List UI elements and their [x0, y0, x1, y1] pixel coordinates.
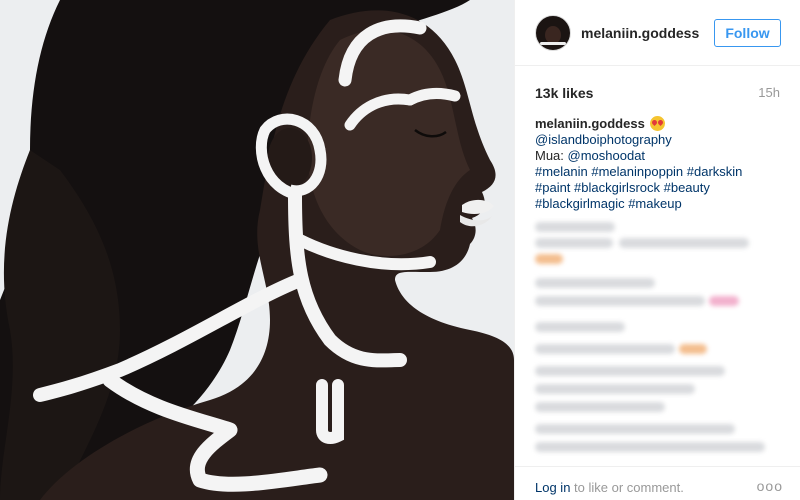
caption-username[interactable]: melaniin.goddess [535, 116, 645, 131]
mua-label: Mua: [535, 148, 568, 163]
avatar[interactable] [535, 15, 571, 51]
blurred-comment [535, 222, 615, 232]
avatar-paint [540, 42, 566, 45]
blurred-comment [679, 344, 707, 354]
blurred-comment [535, 384, 695, 394]
login-link[interactable]: Log in [535, 480, 570, 495]
photographer-link[interactable]: @islandboiphotography [535, 132, 785, 148]
post-header: melaniin.goddess Follow [515, 0, 800, 66]
post-footer: Log in to like or comment. ooo [515, 466, 800, 500]
post-sidebar: melaniin.goddess Follow 13k likes 15h me… [514, 0, 800, 500]
blurred-comment [535, 296, 705, 306]
caption: melaniin.goddess @islandboiphotography M… [535, 116, 785, 212]
post-username[interactable]: melaniin.goddess [581, 25, 699, 41]
heart-eyes-emoji-icon [650, 116, 666, 131]
hashtags-line-3[interactable]: #blackgirlmagic #makeup [535, 196, 785, 212]
portrait-photo [0, 0, 514, 500]
follow-button[interactable]: Follow [714, 19, 781, 47]
mua-link[interactable]: @moshoodat [568, 148, 646, 163]
blurred-comment [535, 366, 725, 376]
blurred-comment [535, 442, 765, 452]
likes-count[interactable]: 13k likes [535, 85, 593, 101]
blurred-comment [535, 322, 625, 332]
post-time[interactable]: 15h [758, 85, 780, 100]
blurred-comment [619, 238, 749, 248]
login-suffix: to like or comment. [570, 480, 684, 495]
login-prompt: Log in to like or comment. [535, 480, 684, 495]
blurred-comment [709, 296, 739, 306]
blurred-comment [535, 254, 563, 264]
blurred-comment [535, 424, 735, 434]
blurred-comment [535, 402, 665, 412]
hashtags-line-2[interactable]: #paint #blackgirlsrock #beauty [535, 180, 785, 196]
hashtags-line-1[interactable]: #melanin #melaninpoppin #darkskin [535, 164, 785, 180]
blurred-comment [535, 278, 655, 288]
post-image[interactable] [0, 0, 514, 500]
more-options-button[interactable]: ooo [757, 479, 783, 493]
blurred-comment [535, 238, 613, 248]
blurred-comment [535, 344, 675, 354]
